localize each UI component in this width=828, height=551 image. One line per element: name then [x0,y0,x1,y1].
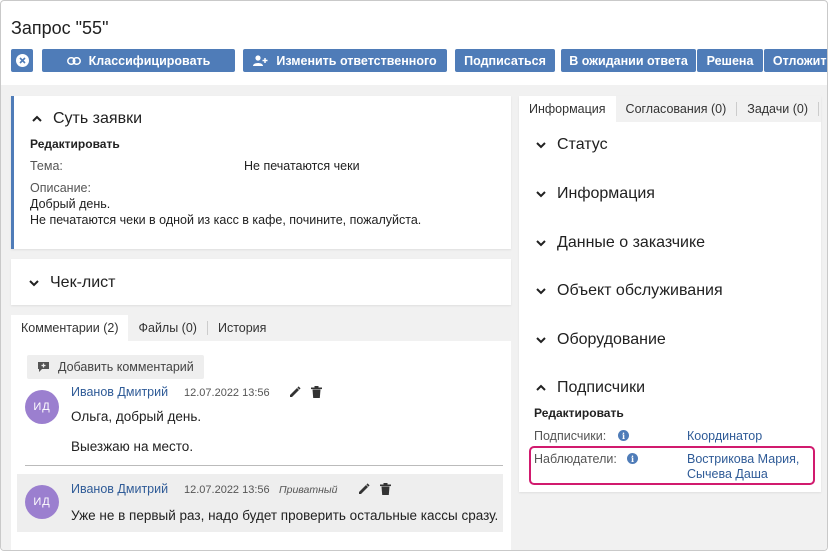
info-icon[interactable]: i [627,453,638,464]
chevron-up-icon [535,382,547,394]
section-equipment[interactable]: Оборудование [535,331,666,349]
add-user-icon [253,55,268,66]
info-icon[interactable]: i [618,430,629,441]
summary-header[interactable]: Суть заявки [31,110,142,128]
waiting-label: В ожидании ответа [569,53,688,68]
comment-text: Выезжаю на место. [71,439,194,454]
edit-icon[interactable] [289,386,301,398]
chevron-down-icon [535,237,547,249]
comment-author[interactable]: Иванов Дмитрий [71,385,168,399]
section-information-label: Информация [557,185,655,202]
description-line-1: Добрый день. [30,197,111,211]
checklist-header[interactable]: Чек-лист [28,274,116,292]
summary-title: Суть заявки [53,110,142,127]
comment-text: Уже не в первый раз, надо будет проверит… [71,508,499,523]
classify-button[interactable]: Классифицировать [42,49,235,72]
observer-link[interactable]: Вострикова Мария, [687,452,799,466]
summary-card: Суть заявки Редактировать Тема: Не печат… [11,96,511,249]
waiting-button[interactable]: В ожидании ответа [561,49,696,72]
tab-history[interactable]: История [208,315,276,341]
comments-panel: Добавить комментарий ИД Иванов Дмитрий 1… [11,341,511,550]
change-owner-label: Изменить ответственного [276,53,437,68]
comments-tabs: Комментарии (2) Файлы (0) История [11,315,511,341]
tab-comments[interactable]: Комментарии (2) [11,315,129,341]
comment-add-icon [37,361,50,373]
postpone-button[interactable]: Отложить [764,49,827,72]
subscribe-label: Подписаться [464,53,546,68]
chevron-down-icon [535,139,547,151]
comment-author[interactable]: Иванов Дмитрий [71,482,168,496]
details-panel: Информация Согласования (0) Задачи (0) С… [519,96,821,492]
avatar: ИД [25,390,59,424]
tab-approvals[interactable]: Согласования (0) [616,96,737,122]
subscribers-edit-link[interactable]: Редактировать [534,406,624,420]
section-service-object-label: Объект обслуживания [557,282,723,299]
section-status-label: Статус [557,136,608,153]
page-title: Запрос "55" [11,18,109,38]
classify-label: Классифицировать [88,53,211,68]
chevron-up-icon [31,113,43,125]
comment-date: 12.07.2022 13:56 [184,387,270,399]
topic-value: Не печатаются чеки [244,159,360,173]
tab-divider [817,102,819,116]
app-window: Запрос "55" Классифицировать Изменить от… [0,0,828,551]
section-equipment-label: Оборудование [557,331,666,348]
checklist-title: Чек-лист [50,274,116,291]
summary-edit-link[interactable]: Редактировать [30,137,120,151]
private-badge: Приватный [279,484,338,496]
section-information[interactable]: Информация [535,185,655,203]
comment-divider [25,465,503,466]
close-button[interactable] [11,49,33,72]
section-status[interactable]: Статус [535,136,608,154]
add-comment-label: Добавить комментарий [58,360,194,374]
observer-link[interactable]: Сычева Даша [687,467,768,481]
trash-icon[interactable] [380,483,391,495]
close-icon [15,54,29,67]
change-owner-button[interactable]: Изменить ответственного [243,49,447,72]
link-icon [66,56,81,65]
chevron-down-icon [535,188,547,200]
edit-icon[interactable] [358,483,370,495]
section-subscribers[interactable]: Подписчики [535,379,645,397]
section-service-object[interactable]: Объект обслуживания [535,282,723,300]
avatar: ИД [25,485,59,519]
section-customer[interactable]: Данные о заказчике [535,234,705,252]
tab-information[interactable]: Информация [519,96,616,122]
topic-label: Тема: [30,159,63,173]
subscriber-link[interactable]: Координатор [687,429,762,443]
subscribe-button[interactable]: Подписаться [455,49,555,72]
trash-icon[interactable] [311,386,322,398]
comment-date: 12.07.2022 13:56 [184,484,270,496]
chevron-down-icon [535,285,547,297]
observers-label: Наблюдатели: [534,452,617,466]
resolved-button[interactable]: Решена [697,49,763,72]
chevron-down-icon [535,334,547,346]
checklist-card: Чек-лист [11,259,511,305]
comment-text: Ольга, добрый день. [71,409,202,424]
add-comment-button[interactable]: Добавить комментарий [27,355,204,379]
postpone-label: Отложить [772,53,827,68]
tab-files[interactable]: Файлы (0) [128,315,206,341]
details-tabs: Информация Согласования (0) Задачи (0) [519,96,821,122]
description-line-2: Не печатаются чеки в одной из касс в каф… [30,213,422,227]
subscribers-label: Подписчики: [534,429,607,443]
toolbar: Классифицировать Изменить ответственного… [11,49,827,72]
section-subscribers-label: Подписчики [557,379,646,396]
tab-tasks[interactable]: Задачи (0) [737,96,818,122]
resolved-label: Решена [706,53,754,68]
description-label: Описание: [30,181,91,195]
section-customer-label: Данные о заказчике [557,234,706,251]
chevron-down-icon [28,277,40,289]
